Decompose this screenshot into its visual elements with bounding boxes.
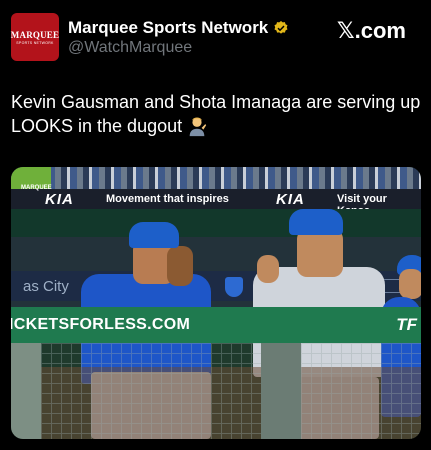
dugout-post-mid: [261, 343, 301, 439]
ribbon-brand-right: KIA: [276, 191, 305, 208]
verified-badge-icon: [274, 21, 288, 34]
shield-logo-icon: [225, 277, 243, 297]
rail-ad-text: ICKETSFORLESS.COM: [11, 316, 191, 333]
avatar-sub-text: SPORTS NETWORK: [16, 40, 54, 45]
name-row: Marquee Sports Network: [68, 18, 289, 38]
player-face: [297, 229, 343, 277]
rail-ad-right: TF: [396, 315, 417, 334]
player-raised-hand: [257, 255, 279, 283]
player-cap: [289, 209, 343, 235]
wall-sign-text: as City: [23, 278, 69, 295]
display-name[interactable]: Marquee Sports Network: [68, 18, 268, 38]
tweet-photo[interactable]: KIA Movement that inspires KIA Visit you…: [11, 167, 421, 439]
tweet-text: Kevin Gausman and Shota Imanaga are serv…: [11, 90, 421, 138]
player-cap: [129, 222, 179, 248]
tweet-header: MARQUEE SPORTS NETWORK Marquee Sports Ne…: [11, 13, 421, 63]
x-logo-glyph: 𝕏: [336, 19, 355, 44]
tweet-body: Kevin Gausman and Shota Imanaga are serv…: [11, 92, 421, 136]
dugout-net: [41, 343, 421, 439]
dugout-post-left: [11, 343, 41, 439]
person-tipping-hand-icon: [189, 117, 207, 137]
x-logo[interactable]: 𝕏.com: [337, 18, 406, 44]
avatar-brand-text: MARQUEE: [10, 29, 60, 40]
stadium-ribbon-board: KIA Movement that inspires KIA Visit you…: [11, 189, 421, 217]
player-face: [399, 269, 421, 299]
crowd-background: [11, 167, 421, 189]
avatar[interactable]: MARQUEE SPORTS NETWORK: [11, 13, 59, 61]
dugout-rail-ad: ICKETSFORLESS.COM TF: [11, 307, 421, 343]
ribbon-text-left: Movement that inspires: [106, 193, 229, 205]
player-hair: [167, 246, 193, 286]
x-logo-text: .com: [354, 18, 406, 43]
ribbon-brand-left: KIA: [45, 191, 74, 208]
handle[interactable]: @WatchMarquee: [68, 39, 192, 57]
photo-watermark: MARQUEE: [21, 185, 52, 191]
